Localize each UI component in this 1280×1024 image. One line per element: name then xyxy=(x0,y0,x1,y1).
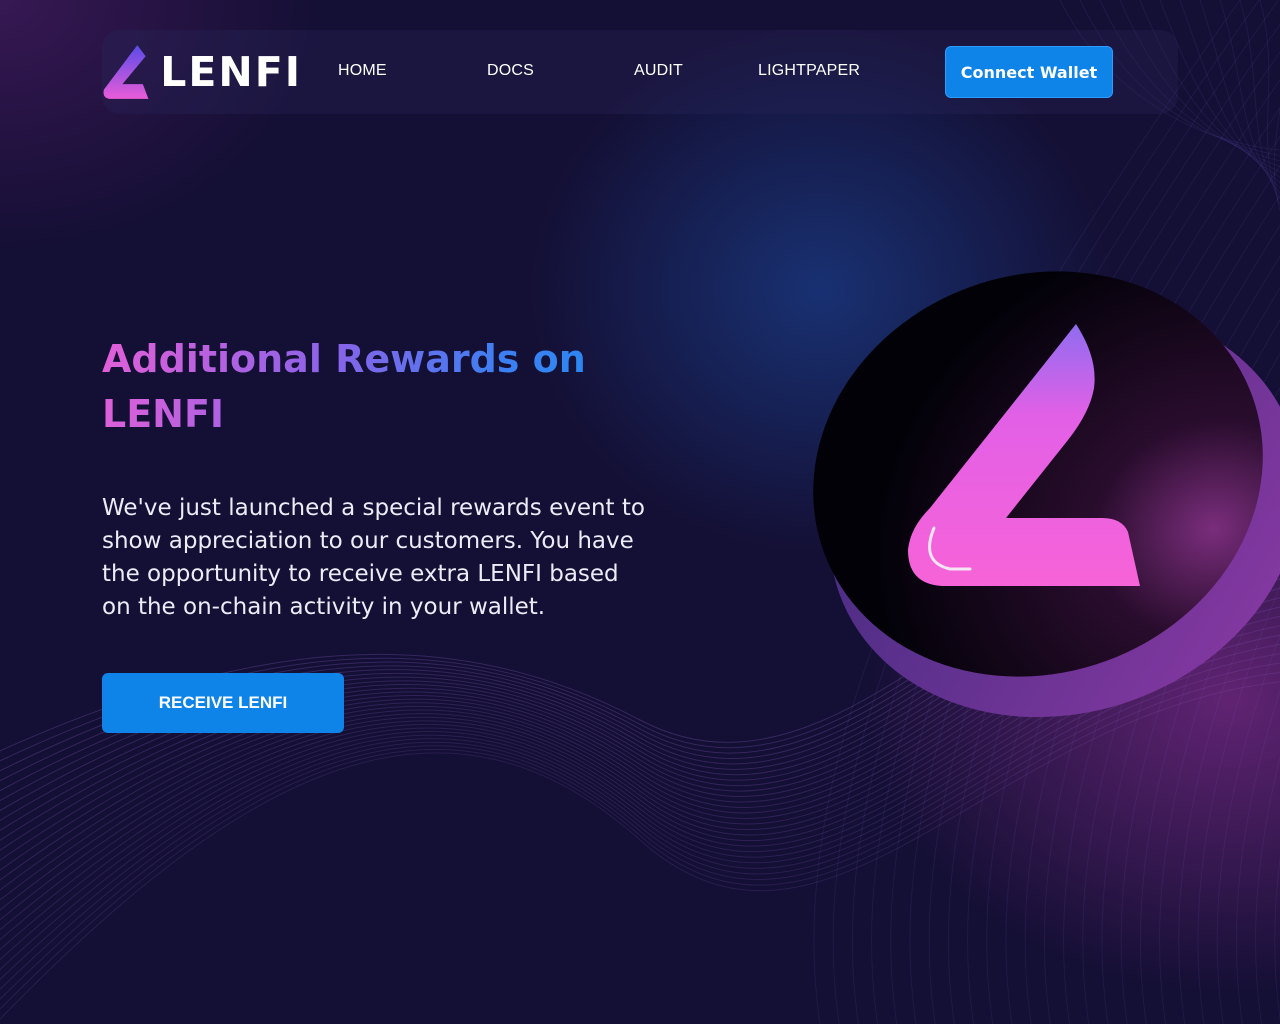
receive-lenfi-button[interactable]: RECEIVE LENFI xyxy=(102,673,344,733)
hero-description: We've just launched a special rewards ev… xyxy=(102,495,645,620)
hero-title: Additional Rewards on LENFI xyxy=(102,332,662,442)
lenfi-coin-icon xyxy=(813,271,1280,718)
connect-wallet-button[interactable]: Connect Wallet xyxy=(945,46,1113,98)
brand-name: LENFI xyxy=(160,48,302,96)
lenfi-logo-icon xyxy=(103,45,149,99)
top-navbar: LENFI HOME DOCS AUDIT LIGHTPAPER Connect… xyxy=(102,30,1178,114)
nav-home[interactable]: HOME xyxy=(338,62,387,80)
nav-audit[interactable]: AUDIT xyxy=(634,62,683,80)
nav-docs[interactable]: DOCS xyxy=(487,62,534,80)
lenfi-logo[interactable]: LENFI xyxy=(102,40,302,104)
nav-lightpaper[interactable]: LIGHTPAPER xyxy=(758,62,860,80)
